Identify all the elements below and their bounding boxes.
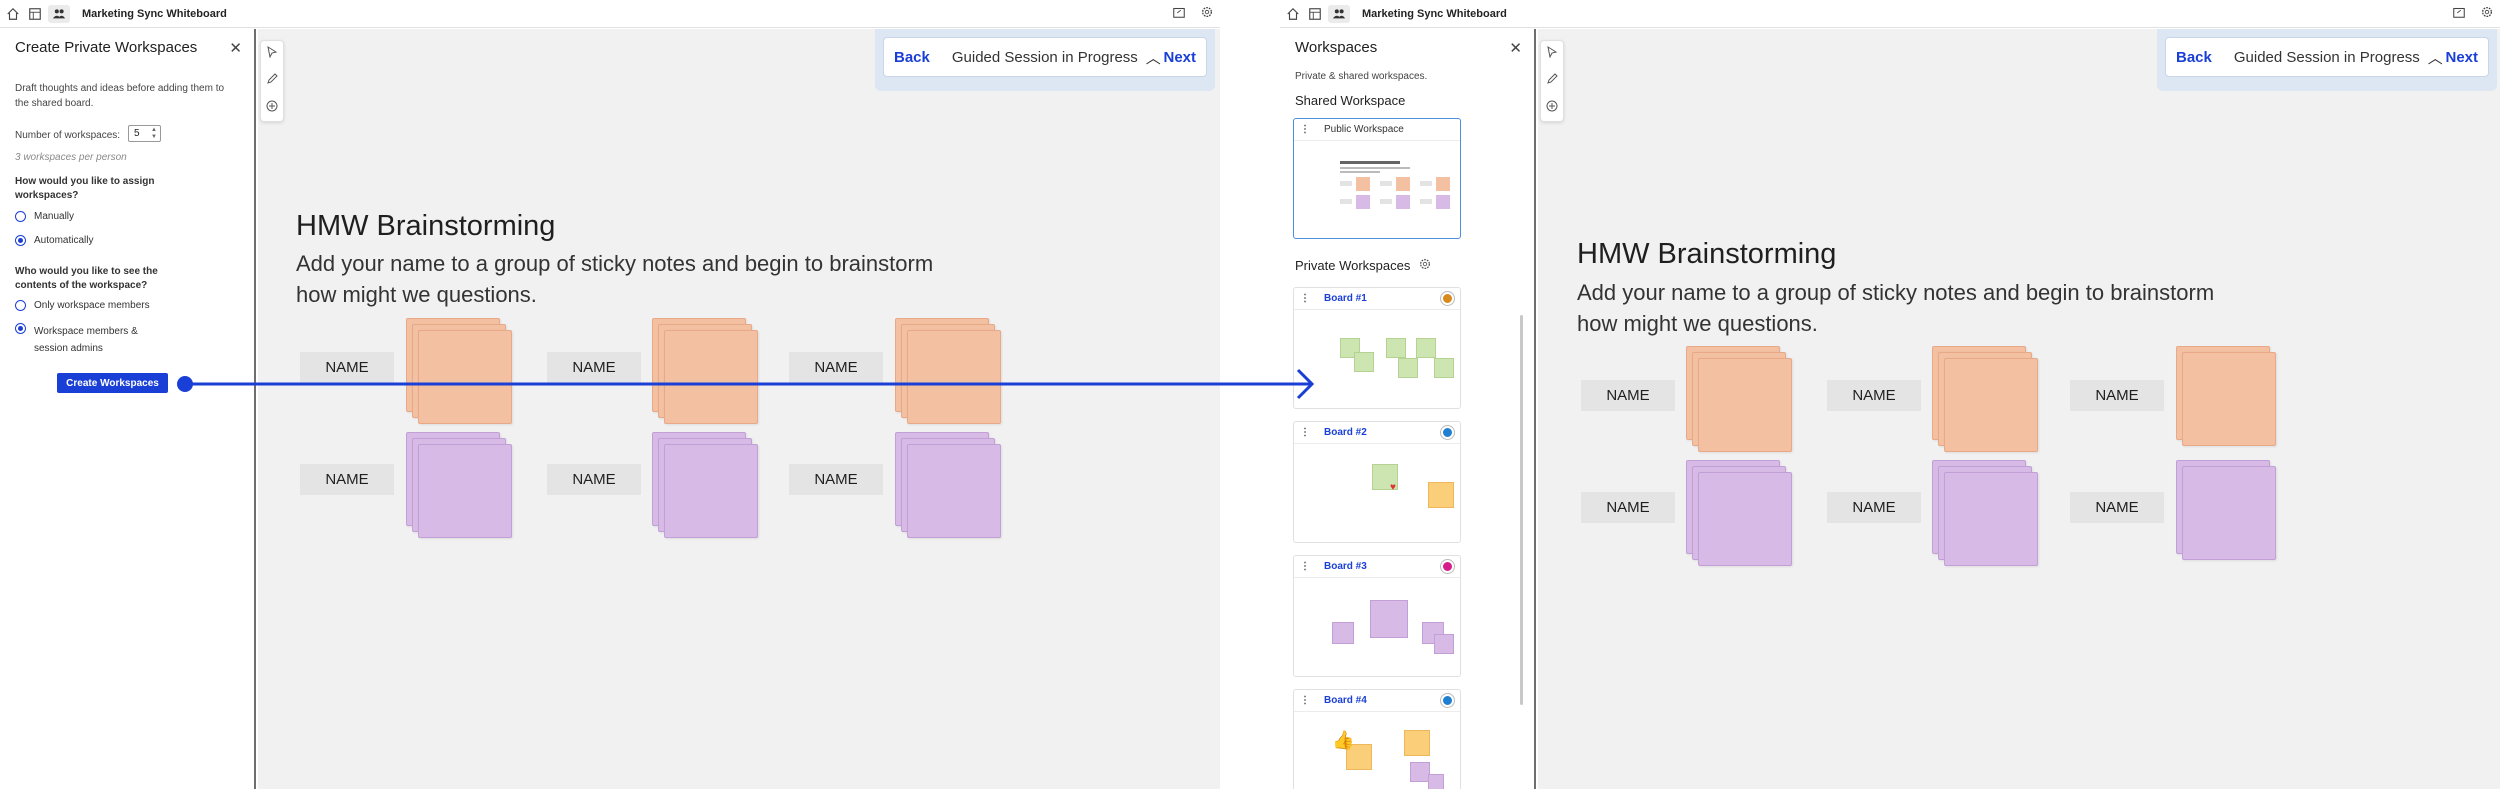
flow-arrow — [177, 368, 1315, 400]
